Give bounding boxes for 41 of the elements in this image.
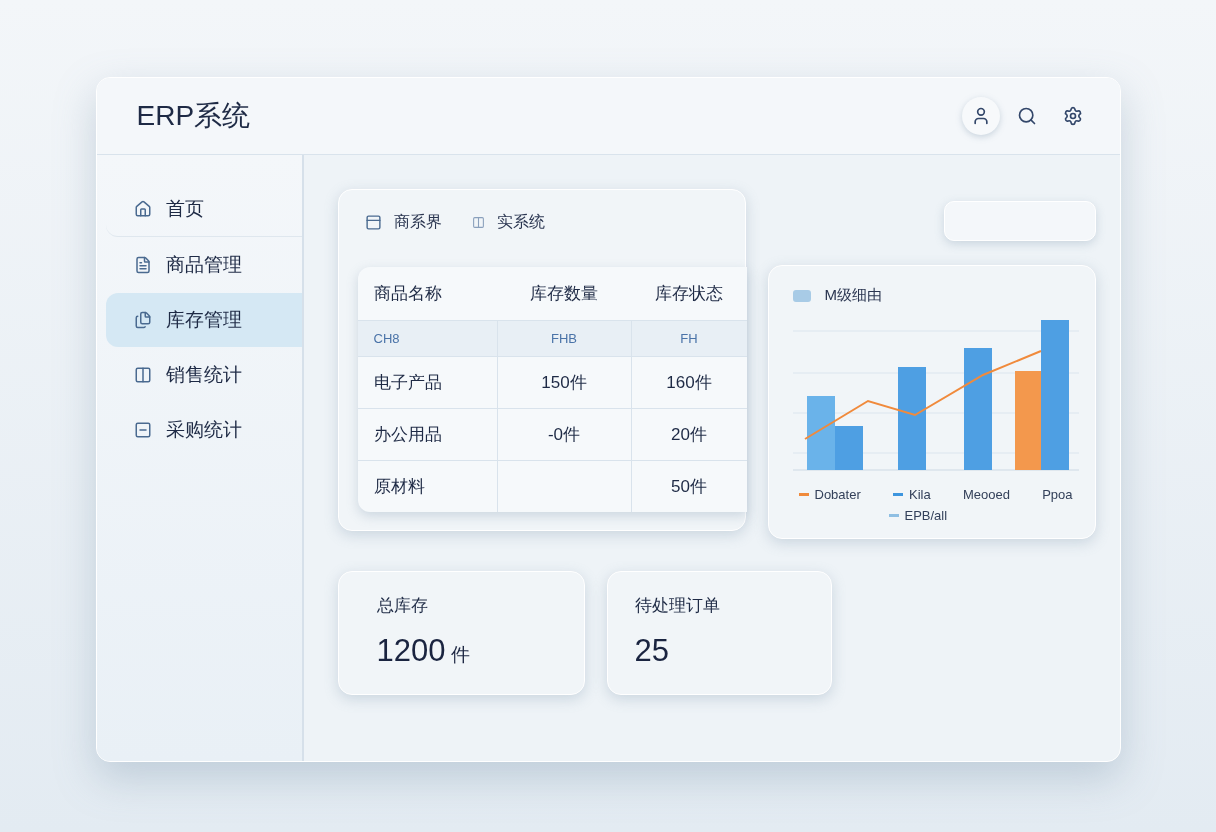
table-cell-text: 电子产品 [372,372,443,394]
column-header: 商品名称 [372,283,443,305]
window-icon [364,213,382,231]
sidebar-item[interactable]: 采购统计 [105,403,302,457]
stat-unit: 件 [451,643,471,667]
table-cell-text: CH8 [372,330,401,348]
table-cell: 150件 [496,357,631,408]
legend-item: Ppoa [1042,487,1073,502]
column-header: 库存状态 [653,283,724,305]
search-icon [1016,106,1037,126]
app-title: ERP系统 [136,99,252,133]
table-cell-text: 原材料 [372,476,426,498]
stat-label: 待处理订单 [634,595,721,617]
stat-label: 总库存 [376,595,429,617]
table-cell: -0件 [496,409,631,460]
chart-title: M级细由 [824,286,882,305]
panel-title: 商系界 [393,211,442,232]
table-cell: 160件 [630,357,747,408]
legend-item: Kila [893,487,931,502]
search-field[interactable] [943,201,1096,241]
panel-subtitle: 实系统 [496,211,545,232]
stat-value: 25 [634,633,669,669]
legend-icon [792,289,811,302]
sidebar-item[interactable]: 商品管理 [105,238,302,292]
legend-item: Dobater [798,487,861,502]
settings-icon [1062,106,1083,126]
grid-icon [471,215,485,229]
column-header: 库存数量 [528,283,599,305]
sidebar-item[interactable]: 库存管理 [105,293,302,347]
home-icon [133,200,152,218]
table-cell: 50件 [630,461,747,512]
table-cell: FH [630,321,747,356]
sidebar-item[interactable]: 首页 [105,182,302,237]
stat-value: 1200 [376,633,446,669]
user-button[interactable] [961,97,1000,135]
legend-item: EPB/all [888,508,948,523]
legend-item: Meooed [962,487,1010,502]
sidebar-item[interactable]: 销售统计 [105,348,302,402]
table-cell: FHB [496,321,631,356]
table-cell: 20件 [630,409,747,460]
table-cell-text: 办公用品 [372,424,443,446]
